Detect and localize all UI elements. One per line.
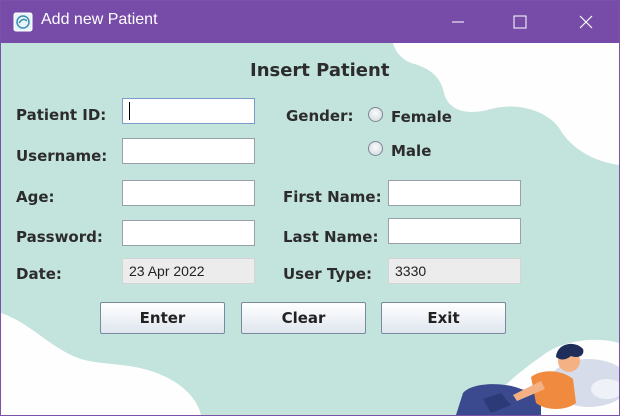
age-input[interactable] xyxy=(122,180,255,206)
minimize-button[interactable] xyxy=(435,1,481,43)
patient-id-label: Patient ID: xyxy=(16,106,107,124)
text-caret xyxy=(129,102,130,120)
window-title: Add new Patient xyxy=(41,11,158,28)
age-label: Age: xyxy=(16,188,55,206)
last-name-input[interactable] xyxy=(388,218,521,244)
gender-label: Gender: xyxy=(286,107,354,125)
add-patient-window: Add new Patient Insert Patient Patient I… xyxy=(0,0,620,416)
password-label: Password: xyxy=(16,228,103,246)
form-heading: Insert Patient xyxy=(250,60,390,81)
gender-male-radio[interactable] xyxy=(368,141,383,156)
app-icon xyxy=(13,12,33,32)
gender-female-label: Female xyxy=(391,108,452,126)
last-name-label: Last Name: xyxy=(283,228,379,246)
date-field xyxy=(122,258,255,284)
close-button[interactable] xyxy=(563,1,609,43)
form-panel: Insert Patient Patient ID: Username: Age… xyxy=(1,43,619,415)
password-input[interactable] xyxy=(122,220,255,246)
title-bar: Add new Patient xyxy=(1,1,619,43)
gender-female-radio[interactable] xyxy=(368,107,383,122)
patient-id-input[interactable] xyxy=(122,98,255,124)
minimize-icon xyxy=(452,21,464,23)
username-input[interactable] xyxy=(122,138,255,164)
enter-button[interactable]: Enter xyxy=(100,302,225,334)
maximize-icon xyxy=(513,15,527,29)
maximize-button[interactable] xyxy=(497,1,543,43)
first-name-label: First Name: xyxy=(283,188,382,206)
clear-button[interactable]: Clear xyxy=(241,302,366,334)
user-type-field xyxy=(388,258,521,284)
exit-button[interactable]: Exit xyxy=(381,302,506,334)
date-label: Date: xyxy=(16,265,62,283)
gender-male-label: Male xyxy=(391,142,432,160)
user-type-label: User Type: xyxy=(283,265,373,283)
username-label: Username: xyxy=(16,147,108,165)
first-name-input[interactable] xyxy=(388,180,521,206)
close-icon xyxy=(579,15,593,29)
